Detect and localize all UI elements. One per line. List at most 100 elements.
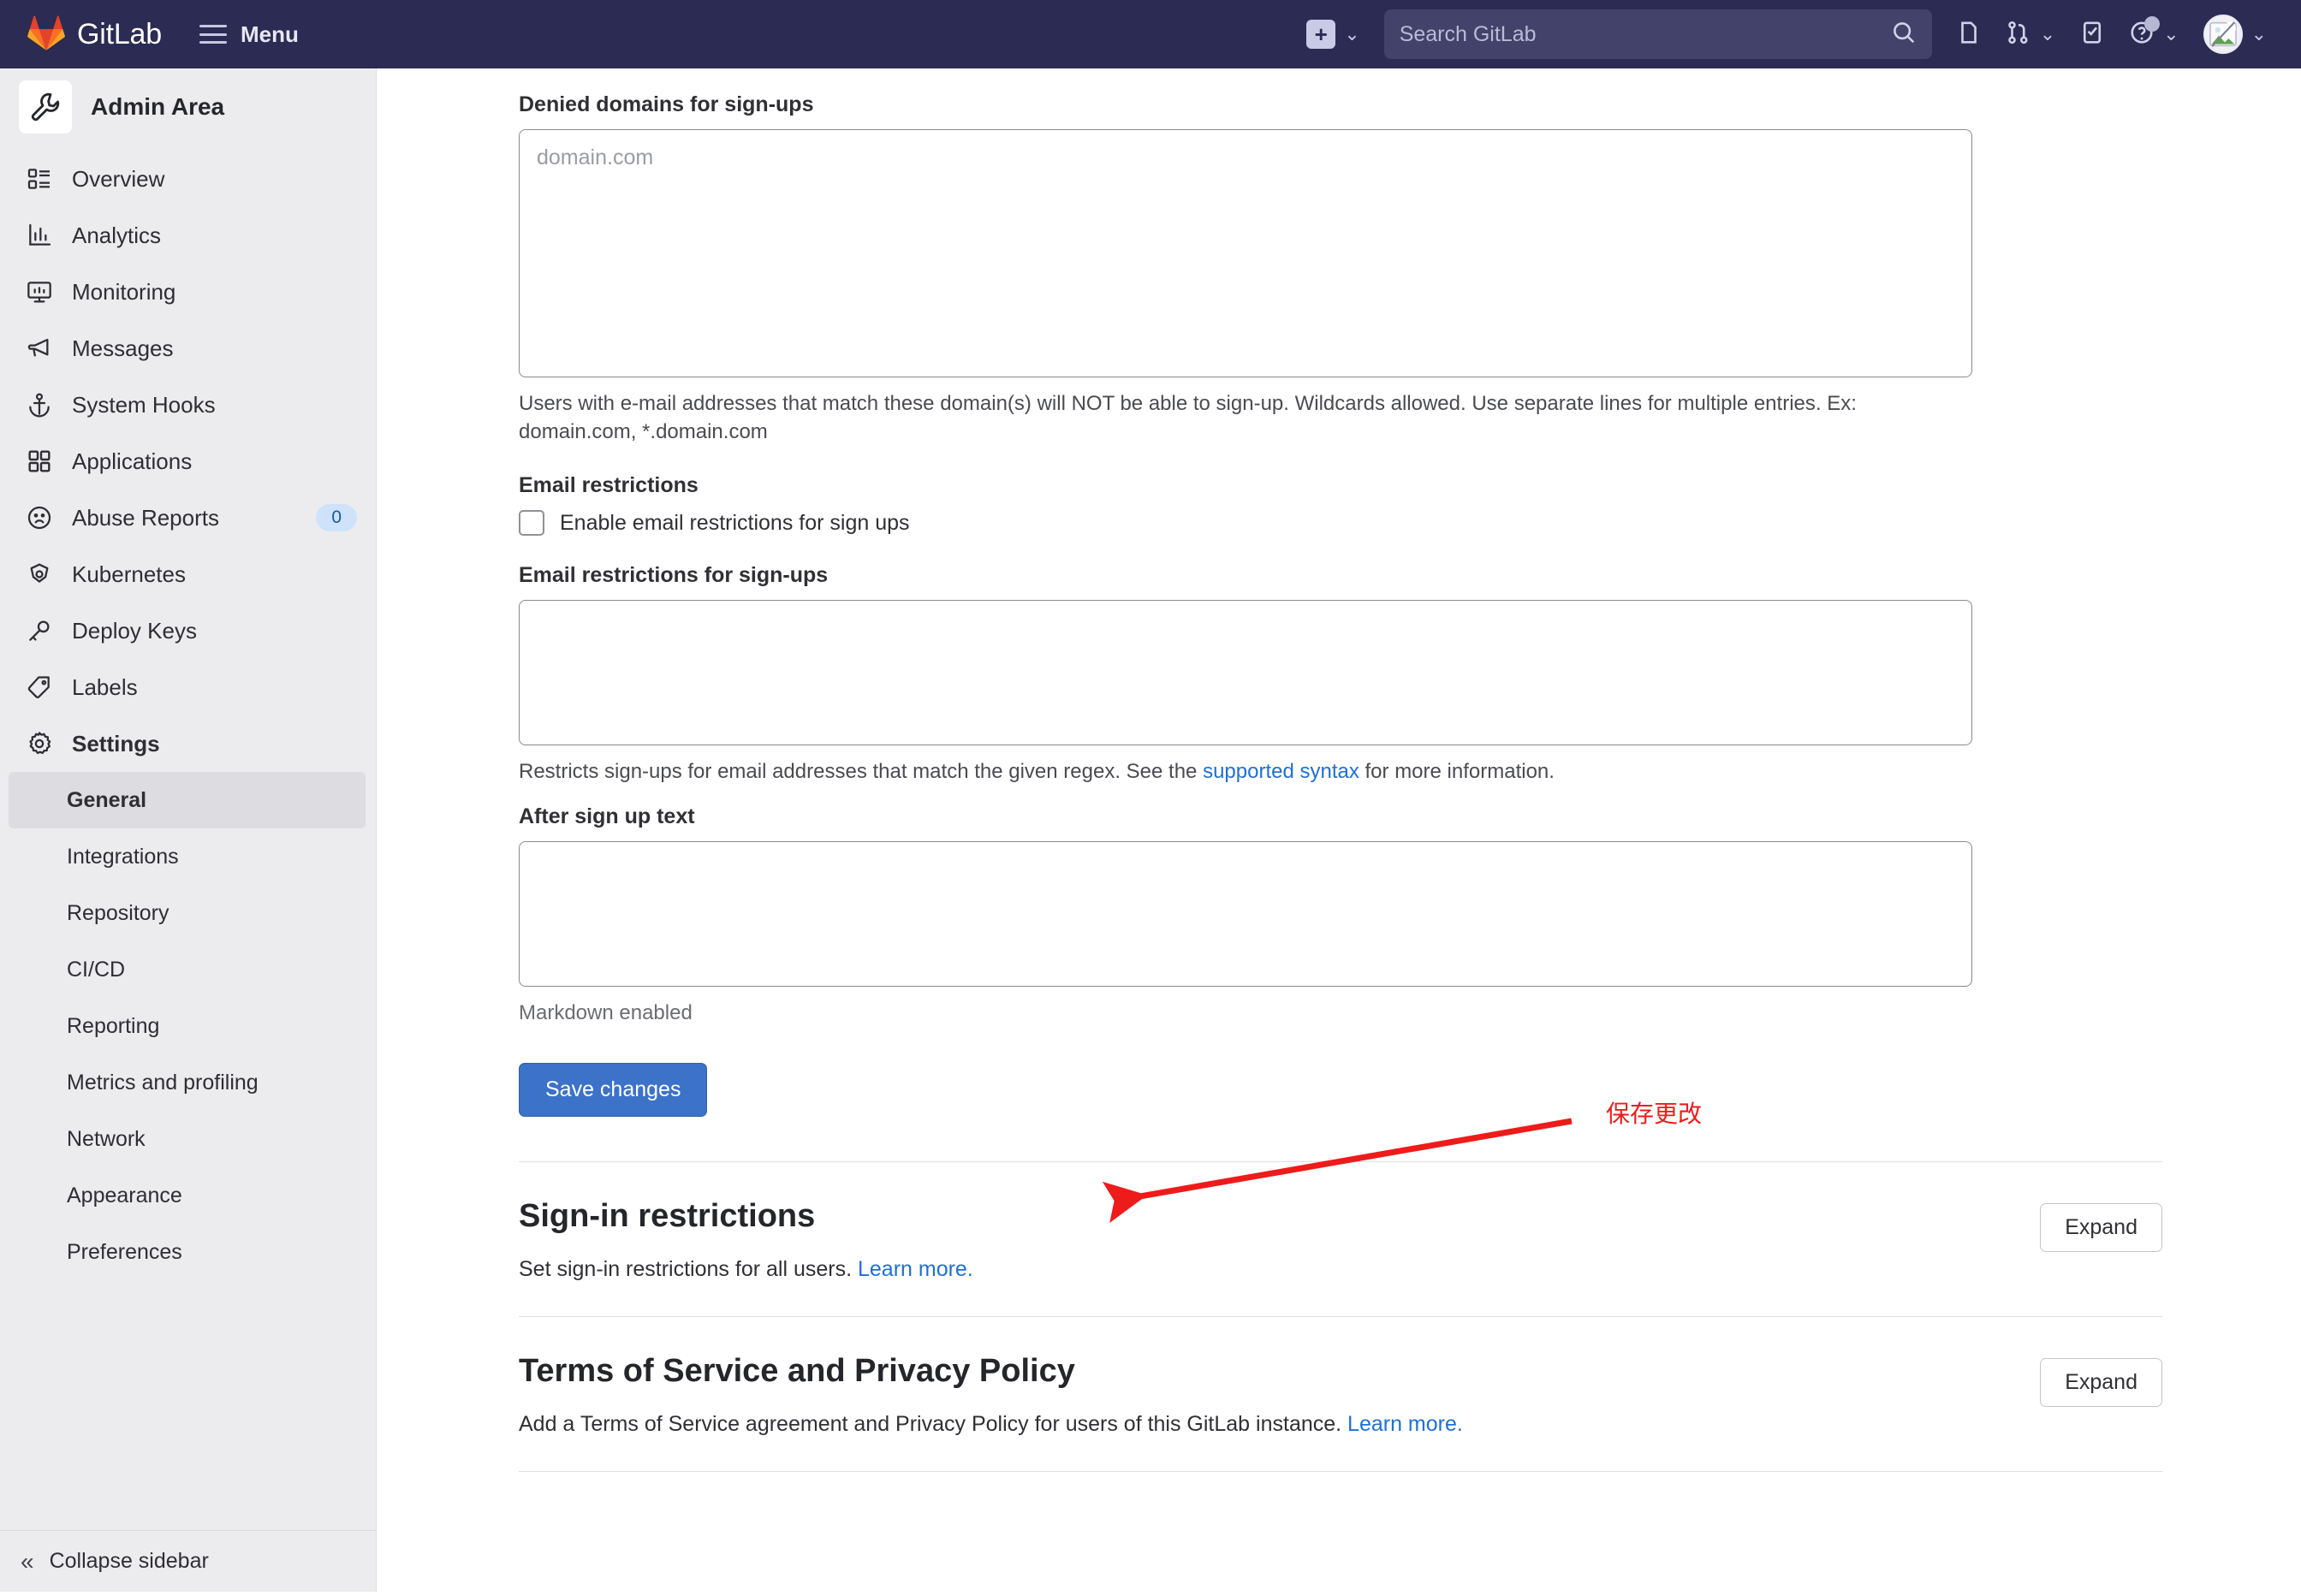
sidebar-item-overview[interactable]: Overview bbox=[0, 151, 376, 207]
sidebar-subitem-cicd[interactable]: CI/CD bbox=[0, 941, 376, 998]
gitlab-brand[interactable]: GitLab bbox=[27, 15, 162, 55]
key-icon bbox=[24, 615, 55, 646]
sidebar-subitem-repository[interactable]: Repository bbox=[0, 885, 376, 941]
terms-of-service-section: Terms of Service and Privacy Policy Add … bbox=[519, 1317, 2162, 1471]
save-changes-button[interactable]: Save changes bbox=[519, 1063, 708, 1118]
sidebar-item-label: Applications bbox=[72, 448, 193, 474]
collapse-sidebar-button[interactable]: « Collapse sidebar bbox=[0, 1530, 376, 1592]
sidebar-item-applications[interactable]: Applications bbox=[0, 433, 376, 489]
sidebar-item-monitoring[interactable]: Monitoring bbox=[0, 264, 376, 320]
merge-request-icon bbox=[2006, 20, 2031, 50]
notification-dot-icon bbox=[2144, 15, 2161, 32]
sidebar-item-label: Abuse Reports bbox=[72, 504, 219, 531]
sidebar-subitem-label: General bbox=[67, 787, 147, 812]
markdown-enabled-helper: Markdown enabled bbox=[519, 1001, 693, 1025]
sidebar-item-labels[interactable]: Labels bbox=[0, 659, 376, 715]
description-text: Add a Terms of Service agreement and Pri… bbox=[519, 1412, 1348, 1437]
sign-in-restrictions-section: Sign-in restrictions Set sign-in restric… bbox=[519, 1162, 2162, 1316]
sidebar-subitem-reporting[interactable]: Reporting bbox=[0, 998, 376, 1054]
monitor-icon bbox=[24, 276, 55, 307]
issues-icon bbox=[1956, 20, 1982, 50]
main-menu-button[interactable]: Menu bbox=[199, 21, 299, 48]
chevron-down-icon: ⌄ bbox=[2250, 23, 2267, 44]
sidebar-subitem-label: Preferences bbox=[67, 1239, 182, 1264]
sidebar-subitem-label: Metrics and profiling bbox=[67, 1070, 259, 1095]
anchor-icon bbox=[24, 389, 55, 420]
sidebar-subitem-label: Network bbox=[67, 1126, 146, 1151]
sidebar-item-label: Settings bbox=[72, 730, 160, 756]
sidebar-item-label: System Hooks bbox=[72, 391, 216, 418]
top-nav-right-group: + ⌄ Search GitLab ⌄ ⌄ ⌄ bbox=[1294, 0, 2301, 68]
email-restrictions-signups-textarea[interactable] bbox=[519, 600, 1972, 746]
todos-button[interactable] bbox=[2067, 20, 2117, 50]
enable-email-restrictions-label: Enable email restrictions for sign ups bbox=[560, 510, 910, 535]
hamburger-menu-icon bbox=[199, 25, 227, 44]
sidebar-item-abuse-reports[interactable]: Abuse Reports 0 bbox=[0, 489, 376, 546]
learn-more-link[interactable]: Learn more. bbox=[858, 1257, 973, 1281]
help-dropdown[interactable]: ⌄ bbox=[2117, 15, 2191, 50]
menu-label: Menu bbox=[240, 21, 299, 47]
terms-of-service-description: Add a Terms of Service agreement and Pri… bbox=[519, 1412, 2162, 1437]
learn-more-link[interactable]: Learn more. bbox=[1347, 1412, 1463, 1436]
description-text: Set sign-in restrictions for all users. bbox=[519, 1257, 858, 1282]
sidebar-item-analytics[interactable]: Analytics bbox=[0, 207, 376, 264]
sidebar-subitem-network[interactable]: Network bbox=[0, 1111, 376, 1167]
gitlab-brand-label: GitLab bbox=[77, 17, 162, 50]
sign-in-restrictions-title: Sign-in restrictions bbox=[519, 1198, 816, 1235]
denied-domains-label: Denied domains for sign-ups bbox=[519, 92, 814, 116]
after-sign-up-text-textarea[interactable] bbox=[519, 841, 1972, 988]
chevron-down-icon: ⌄ bbox=[2163, 23, 2179, 44]
sidebar-title: Admin Area bbox=[91, 93, 225, 120]
sidebar-subitem-integrations[interactable]: Integrations bbox=[0, 828, 376, 885]
sidebar-item-label: Analytics bbox=[72, 222, 162, 248]
denied-domains-textarea[interactable] bbox=[519, 129, 1972, 377]
sidebar-subitem-label: CI/CD bbox=[67, 957, 126, 982]
email-restrictions-signups-helper: Restricts sign-ups for email addresses t… bbox=[519, 757, 1974, 786]
sidebar-header[interactable]: Admin Area bbox=[0, 68, 376, 145]
sidebar-subitem-general[interactable]: General bbox=[9, 772, 366, 828]
after-sign-up-text-label: After sign up text bbox=[519, 804, 695, 829]
enable-email-restrictions-row[interactable]: Enable email restrictions for sign ups bbox=[519, 510, 2301, 537]
sidebar-subitem-label: Appearance bbox=[67, 1183, 182, 1207]
sidebar-subitem-appearance[interactable]: Appearance bbox=[0, 1167, 376, 1224]
sidebar-item-settings[interactable]: Settings bbox=[0, 715, 376, 772]
abuse-reports-count-badge: 0 bbox=[316, 504, 357, 531]
gitlab-logo-icon bbox=[27, 15, 65, 55]
chevron-down-icon: ⌄ bbox=[2039, 23, 2056, 44]
sidebar-subitem-metrics-and-profiling[interactable]: Metrics and profiling bbox=[0, 1054, 376, 1111]
sidebar-subitem-preferences[interactable]: Preferences bbox=[0, 1224, 376, 1280]
plus-icon: + bbox=[1306, 20, 1336, 49]
enable-email-restrictions-checkbox[interactable] bbox=[519, 510, 544, 537]
expand-sign-in-restrictions-button[interactable]: Expand bbox=[2040, 1203, 2162, 1253]
wrench-icon bbox=[19, 80, 72, 133]
expand-terms-of-service-button[interactable]: Expand bbox=[2040, 1358, 2162, 1408]
search-placeholder: Search GitLab bbox=[1399, 21, 1537, 46]
sidebar-nav-list: Overview Analytics Monitoring Messages S bbox=[0, 145, 376, 1280]
sign-in-restrictions-description: Set sign-in restrictions for all users. … bbox=[519, 1257, 2162, 1282]
sidebar-item-messages[interactable]: Messages bbox=[0, 320, 376, 377]
sidebar-subitem-label: Repository bbox=[67, 900, 169, 925]
merge-requests-dropdown[interactable]: ⌄ bbox=[1994, 20, 2067, 50]
chevron-down-icon: ⌄ bbox=[1344, 23, 1360, 44]
collapse-sidebar-label: Collapse sidebar bbox=[49, 1549, 209, 1573]
sidebar-item-deploy-keys[interactable]: Deploy Keys bbox=[0, 602, 376, 659]
issues-button[interactable] bbox=[1944, 20, 1994, 50]
email-restrictions-signups-label: Email restrictions for sign-ups bbox=[519, 563, 829, 588]
broken-image-avatar-icon bbox=[2203, 15, 2243, 54]
todo-checkbox-icon bbox=[2079, 20, 2105, 50]
sidebar-item-label: Kubernetes bbox=[72, 561, 186, 587]
helper-prefix: Restricts sign-ups for email addresses t… bbox=[519, 760, 1204, 784]
helper-suffix: for more information. bbox=[1359, 760, 1555, 784]
sidebar-subitem-label: Integrations bbox=[67, 844, 179, 869]
sidebar-item-kubernetes[interactable]: Kubernetes bbox=[0, 546, 376, 602]
search-input[interactable]: Search GitLab bbox=[1383, 9, 1932, 59]
kubernetes-icon bbox=[24, 559, 55, 590]
sidebar-item-system-hooks[interactable]: System Hooks bbox=[0, 377, 376, 433]
user-menu-dropdown[interactable]: ⌄ bbox=[2191, 15, 2279, 54]
top-navigation-bar: GitLab Menu + ⌄ Search GitLab ⌄ ⌄ ⌄ bbox=[0, 0, 2301, 68]
sidebar-item-label: Labels bbox=[72, 673, 138, 700]
supported-syntax-link[interactable]: supported syntax bbox=[1203, 760, 1359, 783]
denied-domains-helper-line1: Users with e-mail addresses that match t… bbox=[519, 392, 1672, 415]
create-new-dropdown[interactable]: + ⌄ bbox=[1294, 20, 1371, 49]
section-divider bbox=[519, 1471, 2162, 1473]
